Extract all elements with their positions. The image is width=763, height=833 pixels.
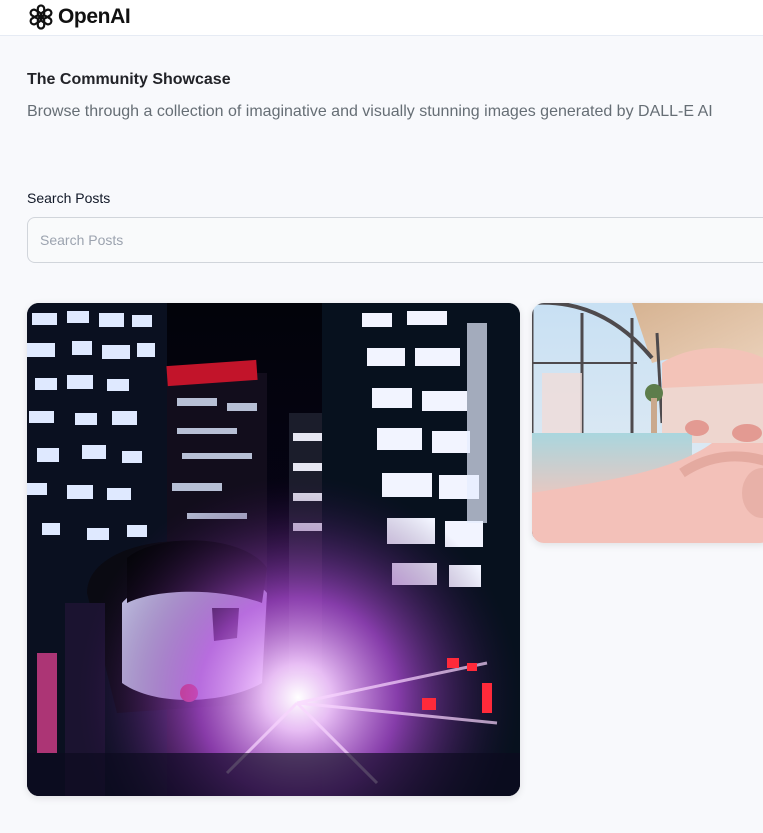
openai-logo[interactable]: OpenAI: [27, 3, 131, 31]
openai-logo-icon: [29, 4, 53, 30]
pink-interior-pool-image: [532, 303, 763, 543]
top-navbar: OpenAI: [0, 0, 763, 36]
showcase-card[interactable]: [532, 303, 763, 543]
search-input[interactable]: [27, 217, 763, 263]
page-subtitle: Browse through a collection of imaginati…: [27, 103, 713, 120]
showcase-card[interactable]: [27, 303, 520, 796]
search-label: Search Posts: [27, 190, 111, 206]
cyberpunk-city-robot-image: [27, 303, 520, 796]
logo-wordmark: OpenAI: [58, 5, 131, 28]
page-title: The Community Showcase: [27, 71, 231, 88]
